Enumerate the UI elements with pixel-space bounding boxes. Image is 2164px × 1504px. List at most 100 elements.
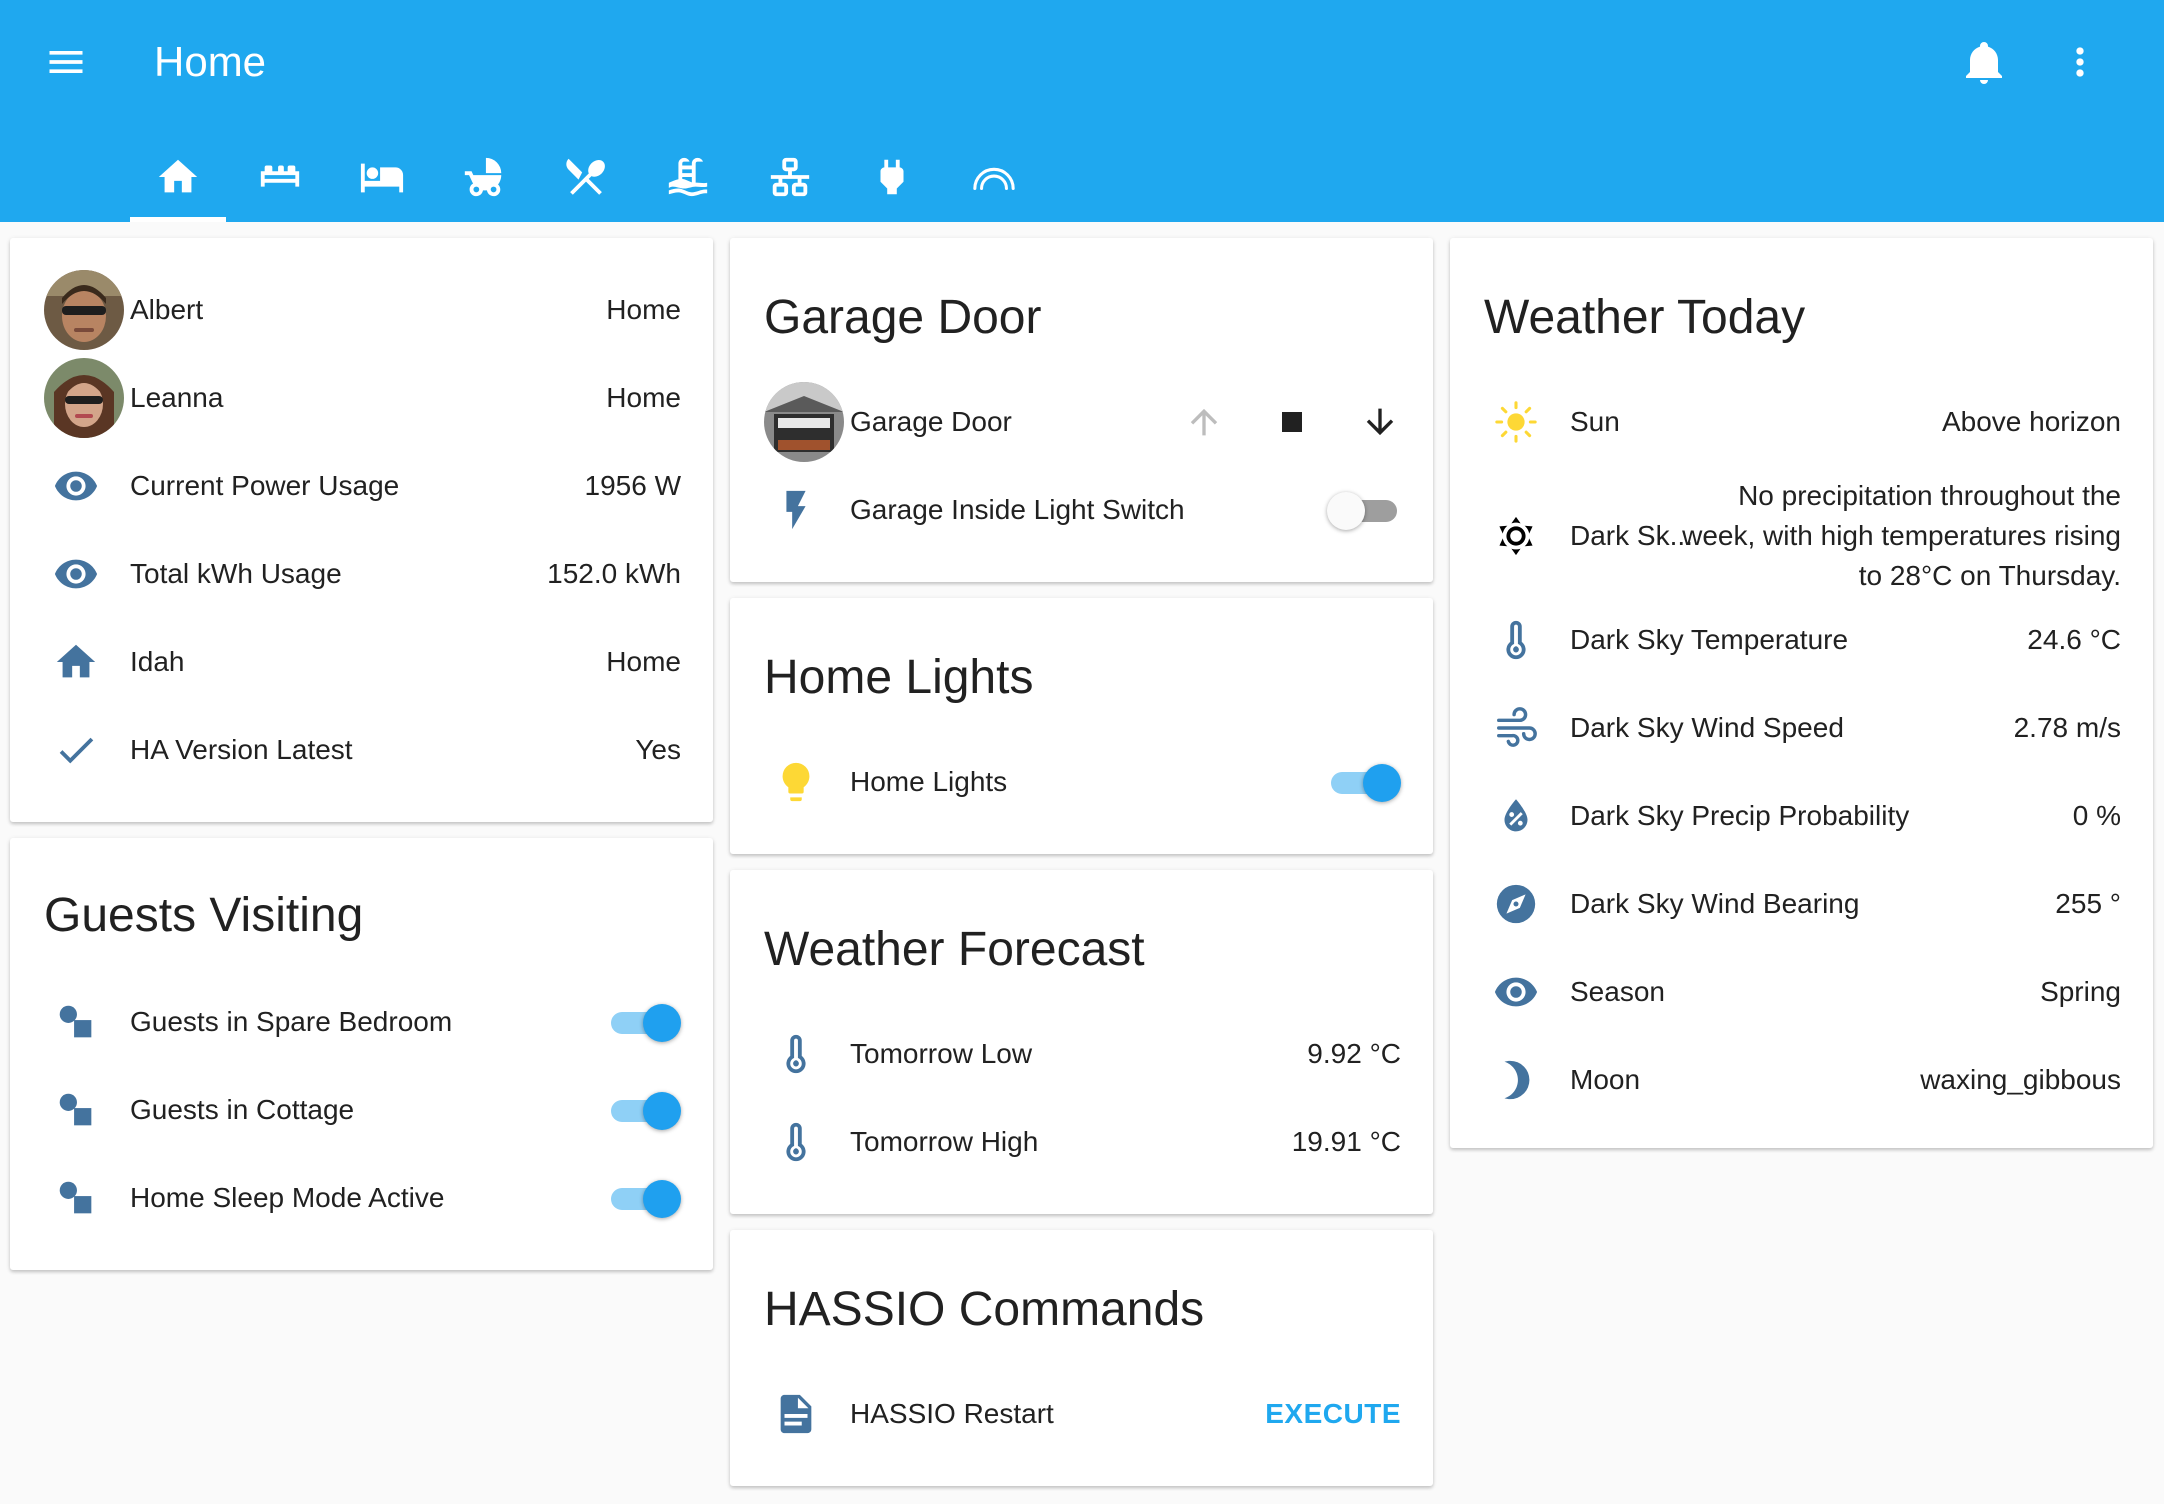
row-label: Current Power Usage xyxy=(130,470,400,501)
dark-sky-summary-row[interactable]: Dark Sk... No precipitation throughout t… xyxy=(1450,470,2153,602)
garage-close-button[interactable] xyxy=(1354,396,1406,448)
card-title: Home Lights xyxy=(764,651,1034,704)
shapes-icon xyxy=(44,990,108,1054)
hassio-restart-row: HASSIO Restart EXECUTE xyxy=(730,1374,1433,1454)
tomorrow-high-row[interactable]: Tomorrow High 19.91 °C xyxy=(730,1102,1433,1182)
row-label: Garage Inside Light Switch xyxy=(850,494,1185,525)
menu-button[interactable] xyxy=(44,40,88,84)
weather-today-card: Weather Today Sun Above horizon Dark Sk.… xyxy=(1450,238,2153,1148)
sensor-row-kwh[interactable]: Total kWh Usage 152.0 kWh xyxy=(10,534,713,614)
garage-light-row: Garage Inside Light Switch xyxy=(730,470,1433,550)
dark-sky-temperature-row[interactable]: Dark Sky Temperature 24.6 °C xyxy=(1450,600,2153,680)
rainbow-icon xyxy=(973,167,1015,191)
notifications-button[interactable] xyxy=(1960,38,2008,86)
row-value: Spring xyxy=(2040,976,2121,1007)
season-row[interactable]: Season Spring xyxy=(1450,952,2153,1032)
row-label: Tomorrow High xyxy=(850,1126,1039,1157)
garage-stop-button[interactable] xyxy=(1266,396,1318,448)
row-value: Above horizon xyxy=(1941,406,2121,437)
row-label: Guests in Cottage xyxy=(130,1094,355,1125)
status-card: Albert Home Leanna Home Current Power Us… xyxy=(10,238,713,822)
dark-sky-wind-speed-row[interactable]: Dark Sky Wind Speed 2.78 m/s xyxy=(1450,688,2153,768)
pool-icon xyxy=(668,157,708,197)
row-label: Leanna xyxy=(130,382,224,413)
tab-living-room[interactable] xyxy=(232,140,328,222)
sleep-mode-toggle[interactable] xyxy=(607,1180,681,1218)
row-label: Dark Sky Wind Speed xyxy=(1570,712,1844,743)
row-value: 255 ° xyxy=(2055,888,2121,919)
home-lights-card: Home Lights Home Lights xyxy=(730,598,1433,854)
weather-sunny-icon xyxy=(1484,504,1548,568)
eye-icon xyxy=(44,454,108,518)
dark-sky-precip-row[interactable]: Dark Sky Precip Probability 0 % xyxy=(1450,776,2153,856)
person-row-idah[interactable]: Idah Home xyxy=(10,622,713,702)
compass-icon xyxy=(1484,872,1548,936)
silverware-icon xyxy=(566,158,605,195)
person-row-albert[interactable]: Albert Home xyxy=(10,270,713,350)
arrow-up-icon xyxy=(1190,408,1218,436)
row-label: HASSIO Restart xyxy=(850,1398,1054,1429)
thermometer-icon xyxy=(1484,608,1548,672)
row-label: Home Sleep Mode Active xyxy=(130,1182,445,1213)
tab-nursery[interactable] xyxy=(436,140,532,222)
row-label: Dark Sky Wind Bearing xyxy=(1570,888,1860,919)
avatar xyxy=(44,270,124,350)
tab-bedroom[interactable] xyxy=(334,140,430,222)
weather-forecast-card: Weather Forecast Tomorrow Low 9.92 °C To… xyxy=(730,870,1433,1214)
sensor-row-power[interactable]: Current Power Usage 1956 W xyxy=(10,446,713,526)
row-value: 9.92 °C xyxy=(1307,1038,1401,1069)
card-title: HASSIO Commands xyxy=(764,1283,1205,1336)
row-label: Total kWh Usage xyxy=(130,558,342,589)
bell-icon xyxy=(1966,42,2002,84)
moon-icon xyxy=(1484,1048,1548,1112)
hassio-commands-card: HASSIO Commands HASSIO Restart EXECUTE xyxy=(730,1230,1433,1486)
tab-kitchen[interactable] xyxy=(538,140,634,222)
row-label: Sun xyxy=(1570,406,1620,437)
card-title: Weather Forecast xyxy=(764,923,1145,976)
row-value: Home xyxy=(606,294,681,325)
guest-row-spare-bedroom: Guests in Spare Bedroom xyxy=(10,982,713,1062)
shapes-icon xyxy=(44,1166,108,1230)
moon-row[interactable]: Moon waxing_gibbous xyxy=(1450,1040,2153,1120)
execute-button[interactable]: EXECUTE xyxy=(1265,1374,1401,1454)
garage-door-row: Garage Door xyxy=(730,382,1433,462)
flash-icon xyxy=(764,478,828,542)
row-label: Home Lights xyxy=(850,766,1008,797)
tab-weather[interactable] xyxy=(946,140,1042,222)
garage-open-button[interactable] xyxy=(1178,396,1230,448)
sensor-row-ha-version[interactable]: HA Version Latest Yes xyxy=(10,710,713,790)
garage-light-toggle[interactable] xyxy=(1327,492,1401,530)
row-label: Idah xyxy=(130,646,185,677)
row-label: Season xyxy=(1570,976,1665,1007)
sofa-icon xyxy=(260,165,300,187)
bed-icon xyxy=(360,163,404,193)
row-value: 24.6 °C xyxy=(2027,624,2121,655)
app-header: Home xyxy=(0,0,2164,222)
eye-icon xyxy=(44,542,108,606)
more-options-button[interactable] xyxy=(2058,38,2102,86)
lan-icon xyxy=(770,157,810,197)
garage-door-image xyxy=(764,382,844,462)
tab-power[interactable] xyxy=(844,140,940,222)
check-icon xyxy=(44,718,108,782)
guest-spare-bedroom-toggle[interactable] xyxy=(607,1004,681,1042)
tab-home[interactable] xyxy=(130,140,226,222)
row-value: Yes xyxy=(635,734,681,765)
hamburger-icon xyxy=(49,51,83,73)
thermometer-icon xyxy=(764,1022,828,1086)
sun-row[interactable]: Sun Above horizon xyxy=(1450,382,2153,462)
dark-sky-wind-bearing-row[interactable]: Dark Sky Wind Bearing 255 ° xyxy=(1450,864,2153,944)
home-icon xyxy=(158,159,198,193)
tab-pool[interactable] xyxy=(640,140,736,222)
home-lights-toggle[interactable] xyxy=(1327,764,1401,802)
row-value: 2.78 m/s xyxy=(2013,712,2121,743)
row-label: Dark Sky Precip Probability xyxy=(1570,800,1910,831)
sun-icon xyxy=(1484,390,1548,454)
guest-cottage-toggle[interactable] xyxy=(607,1092,681,1130)
home-icon xyxy=(44,630,108,694)
person-row-leanna[interactable]: Leanna Home xyxy=(10,358,713,438)
tab-network[interactable] xyxy=(742,140,838,222)
card-title: Guests Visiting xyxy=(44,889,364,942)
tomorrow-low-row[interactable]: Tomorrow Low 9.92 °C xyxy=(730,1014,1433,1094)
row-label: Dark Sky Temperature xyxy=(1570,624,1849,655)
